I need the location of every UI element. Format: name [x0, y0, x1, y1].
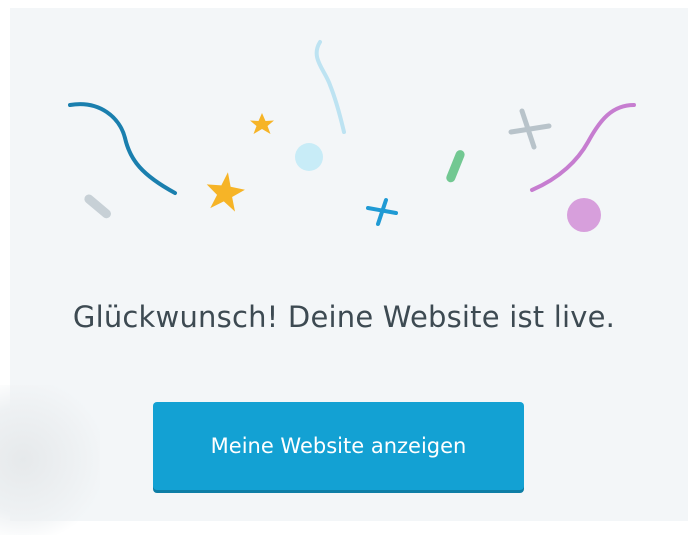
ribbon-purple-icon — [530, 103, 636, 192]
leaf-grey-icon — [84, 194, 111, 219]
ribbon-light-blue-icon — [314, 40, 346, 134]
cross-grey-icon — [508, 108, 552, 150]
view-website-button[interactable]: Meine Website anzeigen — [153, 402, 524, 490]
leaf-green-icon — [446, 150, 465, 183]
confetti-illustration — [68, 40, 636, 232]
small-star-icon — [250, 113, 274, 134]
background-smudge — [0, 385, 100, 535]
dot-cyan-icon — [295, 143, 323, 171]
success-headline: Glückwunsch! Deine Website ist live. — [72, 300, 616, 334]
big-star-icon — [206, 172, 245, 212]
ribbon-dark-blue-icon — [68, 102, 177, 195]
cross-blue-icon — [366, 198, 398, 226]
dot-purple-icon — [567, 198, 601, 232]
